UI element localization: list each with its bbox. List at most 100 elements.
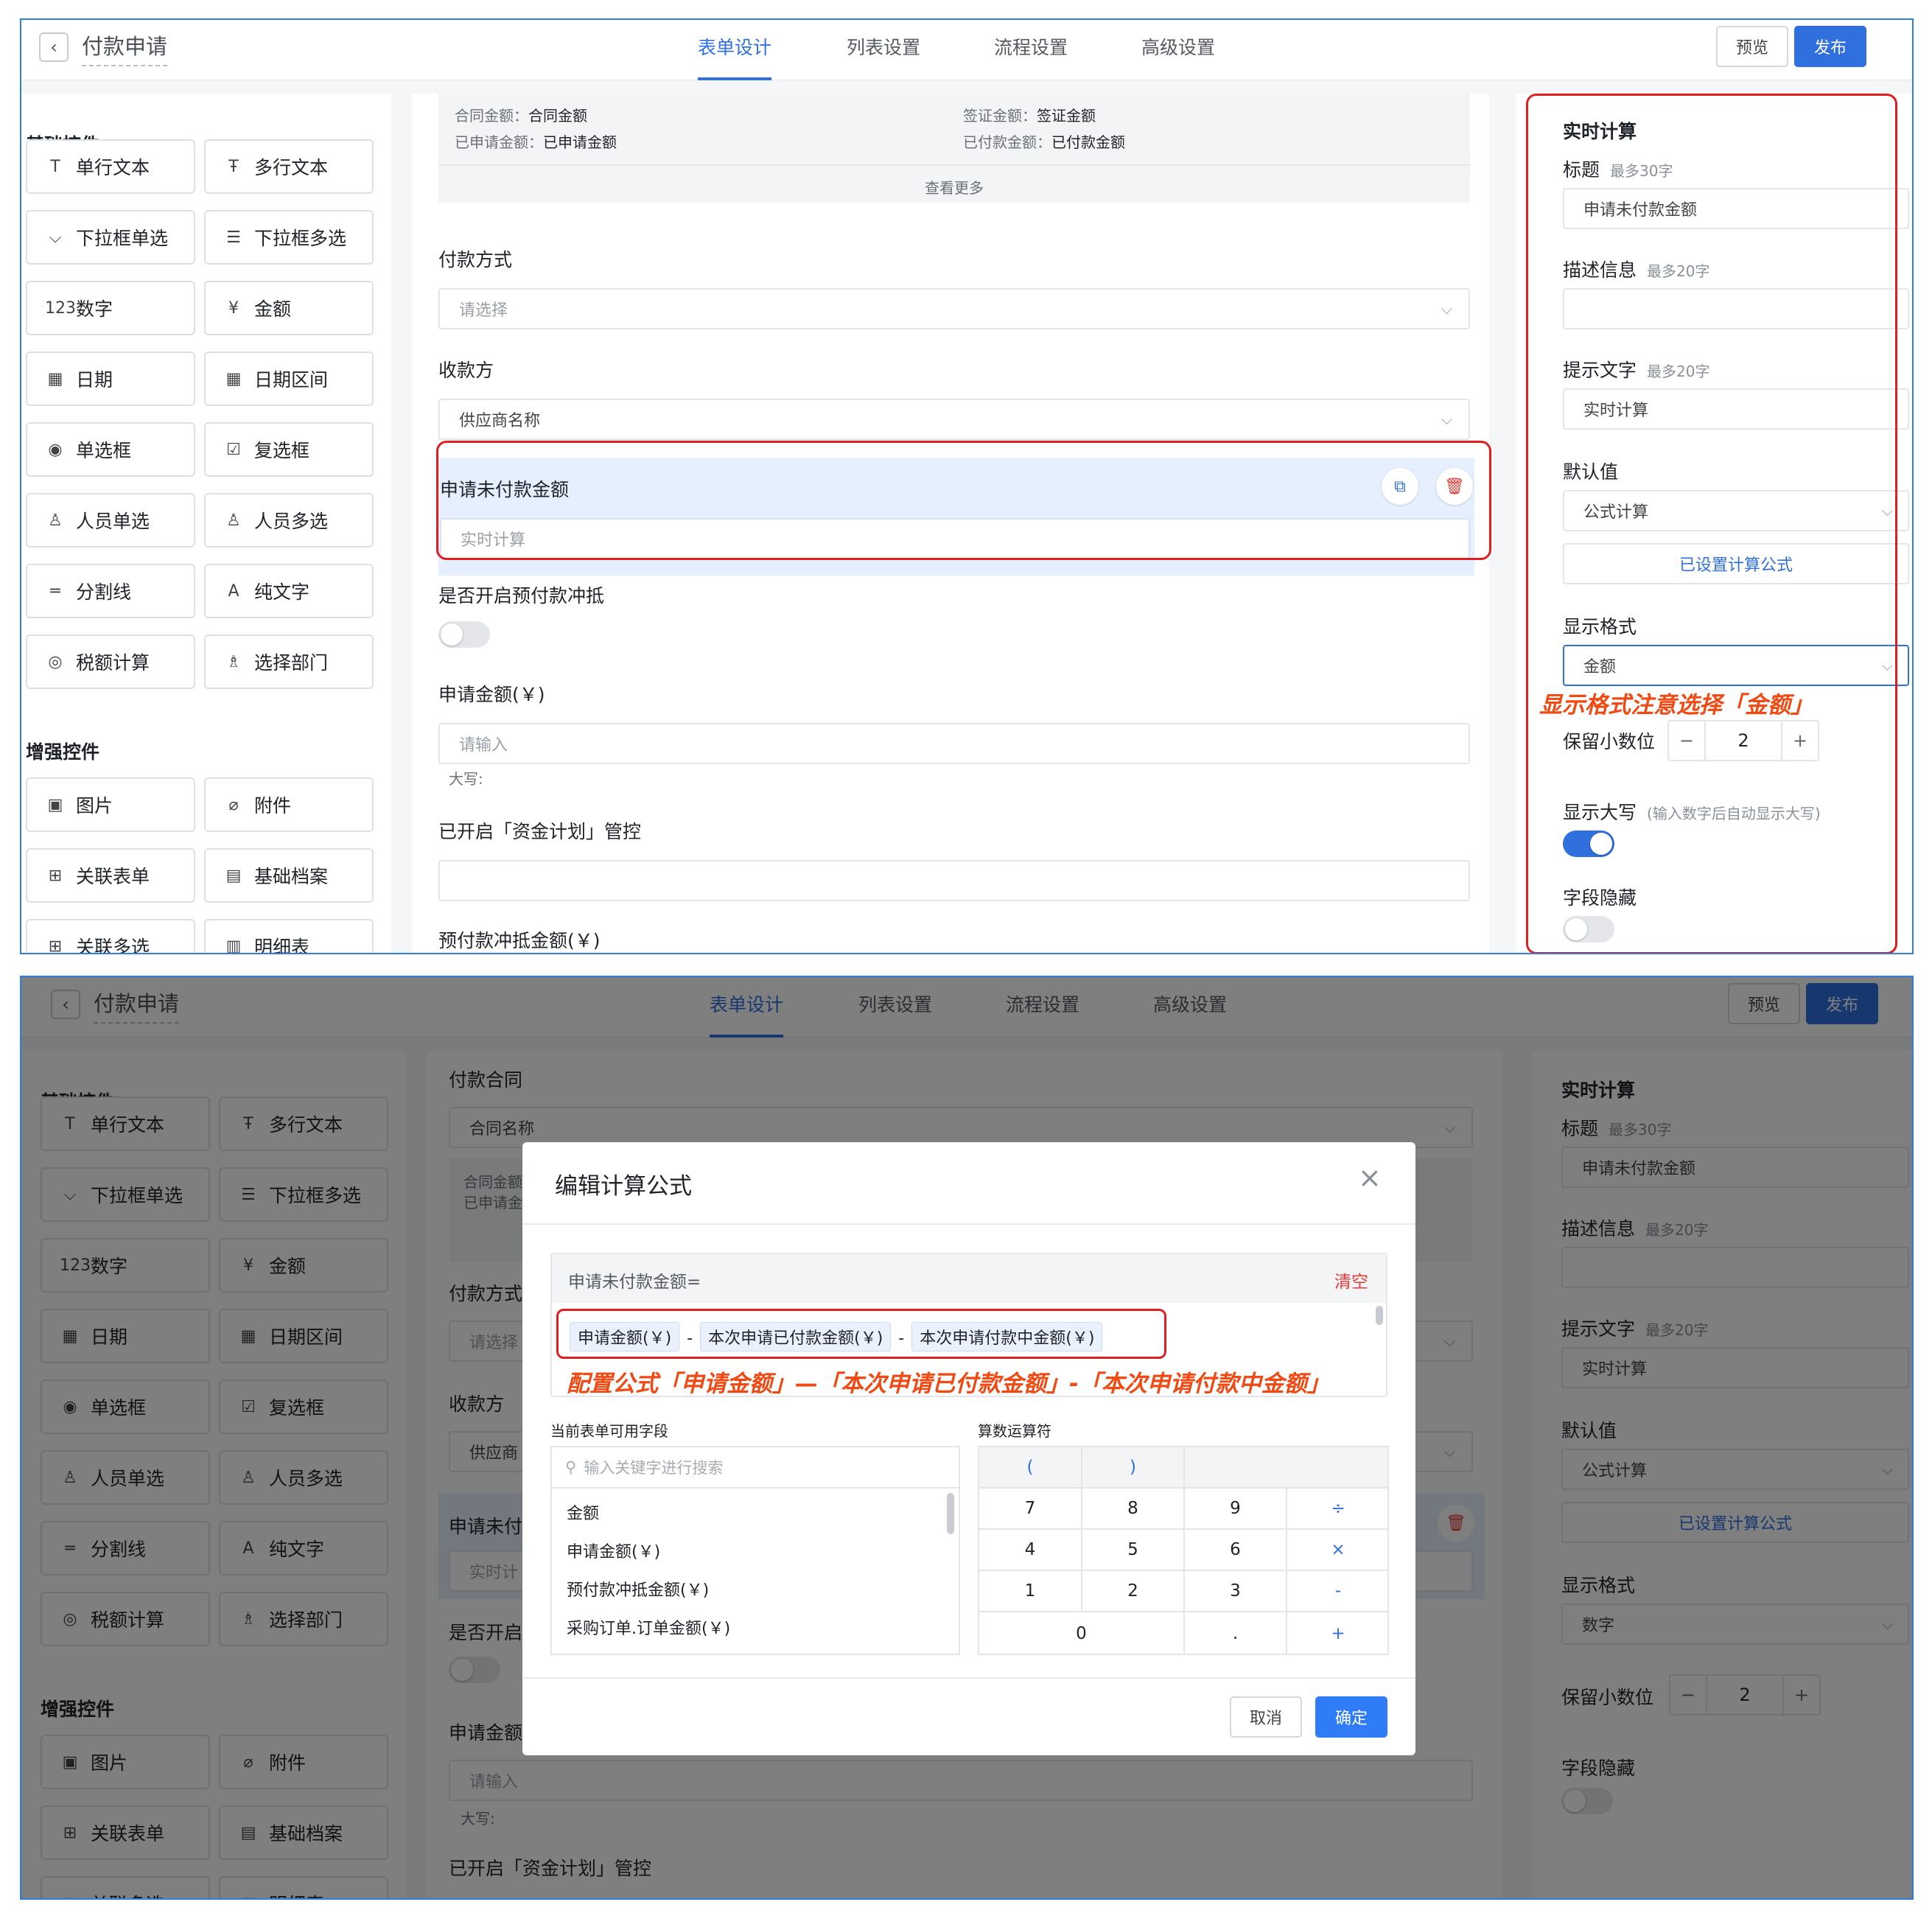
field-search-input[interactable]: ⚲ 输入关键字进行搜索 (552, 1447, 959, 1489)
control-label: 金额 (254, 298, 292, 320)
key-8[interactable]: 8 (1082, 1489, 1185, 1530)
text-icon: T (50, 157, 60, 176)
key-2[interactable]: 2 (1082, 1571, 1185, 1612)
formula-dialog: 编辑计算公式 × 申请未付款金额= 清空 申请金额(￥) - 本次申请已付款金额(￥… (522, 1142, 1415, 1755)
control-divider[interactable]: ═ 分割线 (26, 564, 195, 618)
key-3[interactable]: 3 (1185, 1571, 1287, 1612)
control-detail-table[interactable]: ▥ 明细表 (204, 919, 374, 954)
key-4[interactable]: 4 (979, 1530, 1082, 1571)
control-calendar[interactable]: ▦ 日期 (26, 352, 195, 406)
control-text[interactable]: T 单行文本 (26, 139, 195, 194)
control-number[interactable]: 123数字 (26, 281, 195, 335)
currency-icon: ¥ (228, 298, 239, 318)
field-item[interactable]: 采购订单.订单金额(￥) (567, 1615, 730, 1639)
key-9[interactable]: 9 (1185, 1489, 1287, 1530)
control-org[interactable]: ♗ 选择部门 (204, 634, 374, 689)
date-range-icon: ▦ (225, 369, 242, 388)
prepay-offset-toggle[interactable] (438, 621, 490, 648)
operator-keypad: ( ) 7 8 9 ÷ 4 5 6 × 1 2 3 - 0 . + (978, 1446, 1389, 1655)
field-item[interactable]: 申请金额(￥) (567, 1539, 660, 1562)
control-link-multi[interactable]: ⊞ 关联多选 (26, 919, 195, 954)
page-title[interactable]: 付款申请 (82, 29, 168, 66)
view-more-link[interactable]: 查看更多 (438, 176, 1470, 197)
tax-icon: ◎ (48, 652, 63, 671)
users-icon: ♙ (226, 511, 241, 530)
fund-plan-label: 已开启「资金计划」管控 (438, 821, 642, 842)
control-label: 附件 (254, 795, 292, 816)
payment-method-select[interactable]: 请选择⌵ (438, 288, 1470, 329)
highlight-selected-field (436, 441, 1491, 560)
payee-label: 收款方 (438, 360, 494, 381)
control-archive[interactable]: ▤ 基础档案 (204, 848, 374, 903)
preview-button[interactable]: 预览 (1716, 26, 1788, 67)
control-image[interactable]: ▣ 图片 (26, 777, 195, 832)
operators-title: 算数运算符 (978, 1422, 1051, 1440)
clear-formula-button[interactable]: 清空 (1334, 1267, 1368, 1293)
key-0[interactable]: 0 (979, 1612, 1185, 1655)
key-multiply[interactable]: × (1287, 1530, 1389, 1571)
formula-annotation: 配置公式「申请金额」—「本次申请已付款金额」-「本次申请付款中金额」 (567, 1371, 1330, 1397)
control-label: 单选框 (76, 440, 132, 461)
key-subtract[interactable]: - (1287, 1571, 1389, 1612)
key-5[interactable]: 5 (1082, 1530, 1185, 1571)
tab-form-design[interactable]: 表单设计 (698, 33, 771, 60)
formula-prefix: 申请未付款金额= (568, 1273, 701, 1292)
control-dropdown[interactable]: ⌵ 下拉框单选 (26, 210, 195, 265)
number-icon: 123 (45, 298, 76, 318)
tab-list-settings[interactable]: 列表设置 (847, 33, 920, 60)
control-multi-dropdown[interactable]: ☰ 下拉框多选 (204, 210, 374, 265)
control-attachment[interactable]: ⌀ 附件 (204, 777, 374, 832)
key-add[interactable]: + (1287, 1612, 1389, 1655)
contract-summary: 合同金额：合同金额 签证金额：签证金额 已申请金额：已申请金额 已付款金额：已付… (438, 94, 1470, 203)
key-close-paren[interactable]: ) (1082, 1447, 1185, 1489)
link-form-icon: ⊞ (48, 866, 63, 885)
editor-scrollbar[interactable] (1376, 1306, 1383, 1325)
control-textarea[interactable]: Ŧ 多行文本 (204, 139, 374, 194)
control-link-form[interactable]: ⊞ 关联表单 (26, 848, 195, 903)
cancel-button[interactable]: 取消 (1230, 1696, 1302, 1738)
key-divide[interactable]: ÷ (1287, 1489, 1389, 1530)
control-plain-text[interactable]: A 纯文字 (204, 564, 374, 618)
field-item[interactable]: 金额 (567, 1500, 599, 1524)
tab-flow-settings[interactable]: 流程设置 (994, 33, 1068, 60)
field-item[interactable]: 预付款冲抵金额(￥) (567, 1577, 709, 1601)
key-empty (1185, 1447, 1389, 1489)
control-users[interactable]: ♙ 人员多选 (204, 493, 374, 548)
highlight-formula (556, 1309, 1166, 1359)
control-label: 人员单选 (76, 511, 150, 532)
image-icon: ▣ (47, 795, 63, 814)
control-label: 税额计算 (76, 652, 150, 674)
search-icon: ⚲ (565, 1458, 577, 1476)
apply-amount-input[interactable]: 请输入 (438, 723, 1470, 764)
summary-paid-amount: 已付款金额：已付款金额 (963, 133, 1125, 151)
fields-scrollbar[interactable] (947, 1493, 954, 1534)
payee-select[interactable]: 供应商名称 ⌵ (438, 399, 1470, 440)
tab-advanced-settings[interactable]: 高级设置 (1141, 33, 1215, 60)
summary-visa-amount: 签证金额：签证金额 (963, 107, 1096, 125)
control-tax[interactable]: ◎ 税额计算 (26, 634, 195, 689)
control-label: 日期 (76, 369, 113, 391)
back-button[interactable]: ‹ (39, 32, 69, 62)
key-6[interactable]: 6 (1185, 1530, 1287, 1571)
org-icon: ♗ (226, 652, 241, 671)
control-date-range[interactable]: ▦ 日期区间 (204, 352, 374, 406)
fund-plan-input[interactable] (438, 860, 1470, 901)
control-checkbox[interactable]: ☑ 复选框 (204, 422, 374, 477)
control-label: 日期区间 (254, 369, 329, 391)
key-open-paren[interactable]: ( (979, 1447, 1082, 1489)
control-label: 复选框 (254, 440, 310, 461)
user-icon: ♙ (48, 511, 63, 530)
close-icon[interactable]: × (1358, 1161, 1382, 1194)
key-decimal[interactable]: . (1185, 1612, 1287, 1655)
divider-icon: ═ (50, 581, 60, 601)
control-label: 纯文字 (254, 581, 310, 603)
publish-button[interactable]: 发布 (1794, 26, 1866, 67)
control-currency[interactable]: ¥ 金额 (204, 281, 374, 335)
key-7[interactable]: 7 (979, 1489, 1082, 1530)
key-1[interactable]: 1 (979, 1571, 1082, 1612)
detail-table-icon: ▥ (225, 937, 242, 954)
control-radio[interactable]: ◉ 单选框 (26, 422, 195, 477)
confirm-button[interactable]: 确定 (1315, 1696, 1387, 1738)
link-multi-icon: ⊞ (48, 937, 63, 954)
control-user[interactable]: ♙ 人员单选 (26, 493, 195, 548)
